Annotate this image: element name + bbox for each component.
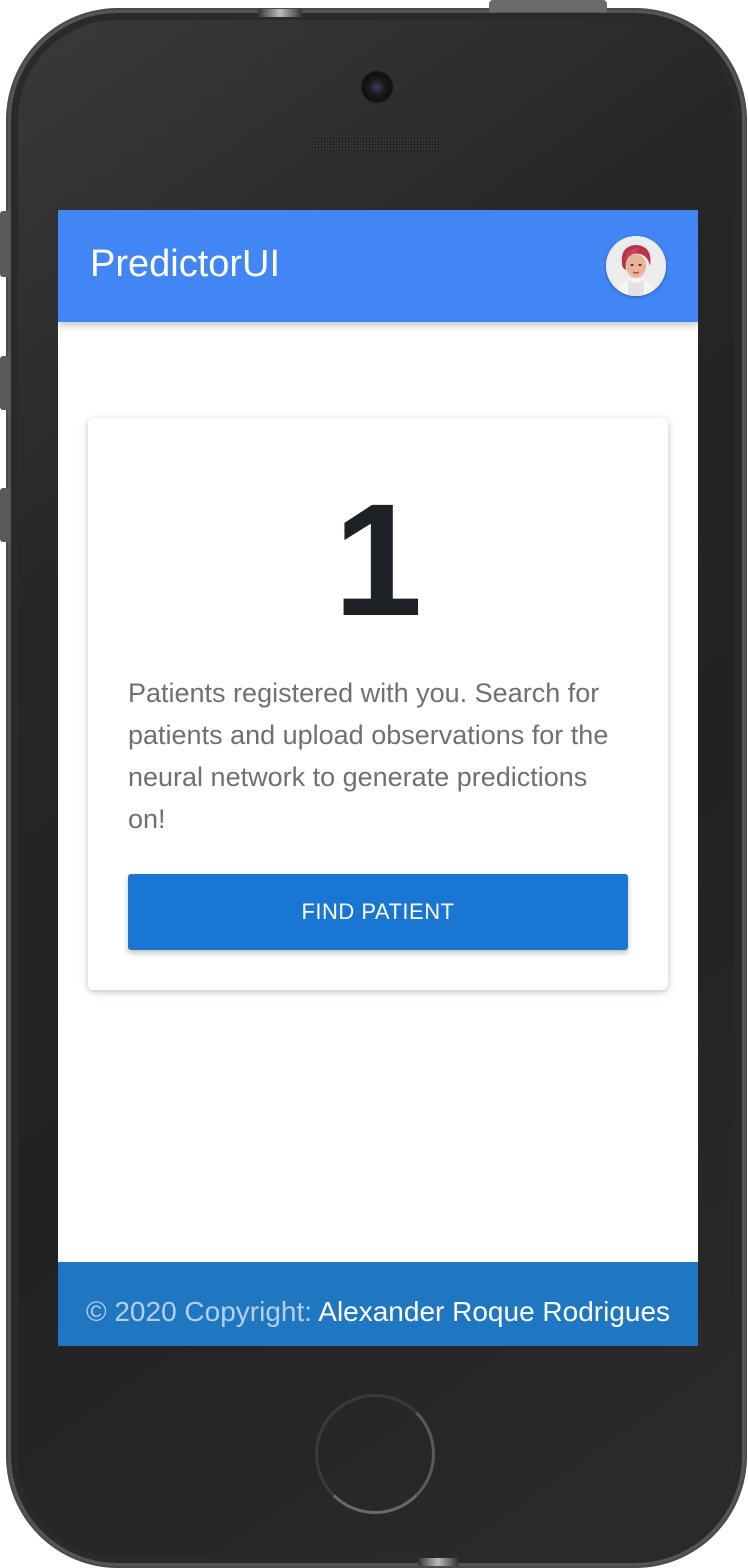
- front-camera-icon: [361, 71, 393, 103]
- app-bar: PredictorUI: [58, 210, 698, 322]
- copyright-text: © 2020 Copyright:: [85, 1296, 319, 1327]
- avatar-illustration: [606, 236, 666, 296]
- power-button: [489, 0, 607, 12]
- footer: © 2020 Copyright: Alexander Roque Rodrig…: [58, 1262, 698, 1346]
- earpiece-speaker: [311, 137, 445, 151]
- patients-summary-card: 1 Patients registered with you. Search f…: [88, 418, 668, 990]
- volume-up-button: [0, 356, 10, 410]
- bottom-edge-detail: [418, 1558, 458, 1566]
- card-description: Patients registered with you. Search for…: [128, 678, 609, 834]
- app-title[interactable]: PredictorUI: [90, 243, 280, 286]
- home-button[interactable]: [315, 1394, 435, 1514]
- top-edge-detail: [258, 9, 302, 17]
- author-link[interactable]: Alexander Roque Rodrigues: [318, 1296, 670, 1327]
- user-avatar-icon[interactable]: [606, 236, 666, 296]
- mute-switch: [0, 211, 10, 277]
- volume-down-button: [0, 488, 10, 542]
- patient-count: 1: [333, 470, 423, 649]
- phone-screen: PredictorUI 1 Patients registered with y…: [58, 210, 698, 1346]
- find-patient-button[interactable]: FIND PATIENT: [128, 874, 628, 950]
